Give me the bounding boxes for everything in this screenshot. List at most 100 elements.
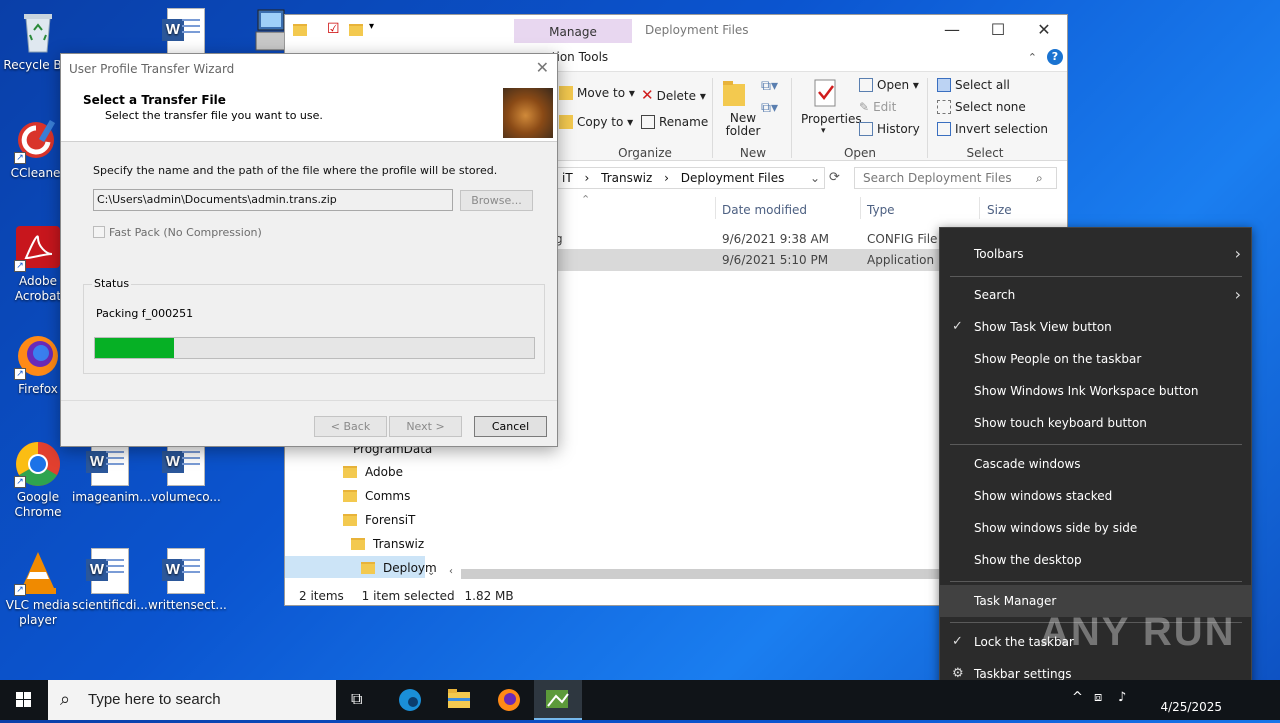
- menu-item-side-by-side[interactable]: Show windows side by side: [940, 512, 1251, 544]
- invert-selection-button[interactable]: Invert selection: [937, 122, 1048, 136]
- start-button[interactable]: [0, 680, 48, 720]
- desktop-icon-imageanim[interactable]: W imageanim...: [72, 440, 151, 505]
- menu-separator: [950, 444, 1242, 445]
- new-item-icon[interactable]: ⧉▾: [761, 78, 778, 94]
- menu-item-show-desktop[interactable]: Show the desktop: [940, 544, 1251, 576]
- new-folder-quick-icon[interactable]: [349, 23, 371, 37]
- tree-item-adobe[interactable]: Adobe: [343, 465, 403, 479]
- copy-to-button[interactable]: Copy to ▾: [559, 115, 633, 129]
- file-explorer-icon: [448, 689, 470, 708]
- taskbar-date[interactable]: 4/25/2025: [1160, 700, 1222, 714]
- rename-button[interactable]: Rename: [641, 115, 708, 129]
- taskbar-app-explorer[interactable]: [435, 680, 483, 720]
- menu-item-label: Show the desktop: [974, 553, 1082, 567]
- breadcrumb-separator-icon: ›: [584, 171, 590, 185]
- breadcrumb-segment[interactable]: Deployment Files: [681, 171, 785, 185]
- volume-icon[interactable]: ♪: [1118, 690, 1126, 705]
- tree-item-forensit[interactable]: ForensiT: [343, 513, 415, 527]
- menu-item-show-task-view[interactable]: ✓ Show Task View button: [940, 311, 1251, 343]
- tree-item-comms[interactable]: Comms: [343, 489, 410, 503]
- move-to-button[interactable]: Move to ▾: [559, 86, 635, 100]
- history-button[interactable]: History: [859, 122, 920, 136]
- next-button[interactable]: Next >: [389, 416, 462, 437]
- properties-dropdown-icon[interactable]: ▾: [821, 126, 826, 136]
- chevron-right-icon: ›: [1234, 285, 1241, 304]
- breadcrumb-segment[interactable]: Transwiz: [601, 171, 652, 185]
- column-date-modified[interactable]: Date modified: [722, 203, 807, 217]
- menu-item-toolbars[interactable]: Toolbars ›: [940, 238, 1251, 270]
- new-folder-large-icon[interactable]: [721, 78, 751, 108]
- copy-to-icon: [559, 115, 573, 129]
- show-hidden-icons-icon[interactable]: ^: [1072, 690, 1083, 705]
- taskbar-search-box[interactable]: Type here to search: [48, 680, 336, 720]
- checkbox-box: [93, 226, 105, 238]
- scroll-left-icon[interactable]: ‹: [449, 566, 453, 577]
- fast-pack-label: Fast Pack (No Compression): [109, 226, 262, 239]
- taskbar-app-transwiz[interactable]: [534, 680, 582, 720]
- menu-item-show-touch-keyboard[interactable]: Show touch keyboard button: [940, 407, 1251, 439]
- new-folder-button[interactable]: New folder: [723, 112, 763, 138]
- tab-manage[interactable]: Manage: [514, 19, 632, 43]
- desktop-icon-scientificdi[interactable]: W scientificdi...: [72, 548, 148, 613]
- desktop-icon-vlc[interactable]: ↗ VLC media player: [0, 548, 76, 628]
- column-type[interactable]: Type: [867, 203, 895, 217]
- desktop-icon-word-top[interactable]: W: [148, 8, 224, 58]
- copy-to-label: Copy to: [577, 115, 624, 129]
- fast-pack-checkbox[interactable]: Fast Pack (No Compression): [93, 226, 262, 239]
- easy-access-icon[interactable]: ⧉▾: [761, 100, 778, 116]
- close-icon[interactable]: ✕: [536, 58, 549, 77]
- rename-icon: [641, 115, 655, 129]
- anyrun-watermark: ANY RUN: [1040, 610, 1236, 654]
- menu-item-show-people[interactable]: Show People on the taskbar: [940, 343, 1251, 375]
- select-none-button[interactable]: Select none: [937, 100, 1026, 114]
- menu-item-cascade[interactable]: Cascade windows: [940, 448, 1251, 480]
- menu-separator: [950, 581, 1242, 582]
- desktop-icon-chrome[interactable]: ↗ Google Chrome: [0, 440, 76, 520]
- task-view-button[interactable]: ⧉: [336, 680, 384, 720]
- taskbar-app-firefox[interactable]: [485, 680, 533, 720]
- edit-button[interactable]: ✎ Edit: [859, 100, 896, 114]
- installer-icon: [242, 6, 290, 54]
- close-icon[interactable]: ✕: [1021, 19, 1067, 43]
- properties-large-icon[interactable]: [813, 78, 839, 113]
- back-button[interactable]: < Back: [314, 416, 387, 437]
- wizard-body: Specify the name and the path of the fil…: [61, 142, 557, 404]
- refresh-icon[interactable]: ⟳: [829, 170, 840, 185]
- delete-button[interactable]: ✕ Delete ▾: [641, 86, 706, 104]
- desktop-icon-volumeco[interactable]: W volumeco...: [148, 440, 224, 505]
- horizontal-scrollbar[interactable]: [461, 569, 939, 579]
- menu-item-search[interactable]: Search ›: [940, 279, 1251, 311]
- select-all-button[interactable]: Select all: [937, 78, 1010, 92]
- menu-item-stacked[interactable]: Show windows stacked: [940, 480, 1251, 512]
- move-to-icon: [559, 86, 573, 100]
- open-button[interactable]: Open ▾: [859, 78, 919, 92]
- cancel-button[interactable]: Cancel: [474, 416, 547, 437]
- menu-item-show-ink[interactable]: Show Windows Ink Workspace button: [940, 375, 1251, 407]
- minimize-icon[interactable]: —: [929, 19, 975, 43]
- column-size[interactable]: Size: [987, 203, 1012, 217]
- ribbon-collapse-icon[interactable]: ⌃: [1028, 51, 1037, 64]
- breadcrumb-segment[interactable]: iT: [562, 171, 573, 185]
- desktop-icon-label: Adobe Acrobat: [14, 274, 62, 303]
- properties-quick-icon[interactable]: ☑: [327, 21, 340, 37]
- network-icon[interactable]: ⧈: [1094, 690, 1102, 705]
- quick-access-dropdown-icon[interactable]: ▾: [369, 21, 374, 32]
- taskbar-app-edge[interactable]: [386, 680, 434, 720]
- transfer-file-path-field[interactable]: C:\Users\admin\Documents\admin.trans.zip: [93, 189, 453, 211]
- tree-item-deployment-files[interactable]: Deploym: [361, 561, 437, 575]
- select-none-label: Select none: [955, 100, 1026, 114]
- history-icon: [859, 122, 873, 136]
- address-dropdown-icon[interactable]: ⌄: [810, 168, 820, 188]
- menu-item-label: Show Windows Ink Workspace button: [974, 384, 1199, 398]
- tree-scroll-down-icon[interactable]: ⌄: [427, 567, 435, 578]
- desktop-icon-label: imageanim...: [72, 490, 151, 504]
- properties-button[interactable]: Properties: [801, 112, 862, 126]
- maximize-icon[interactable]: ☐: [975, 19, 1021, 43]
- menu-item-label: Search: [974, 288, 1016, 302]
- tree-item-transwiz[interactable]: Transwiz: [351, 537, 424, 551]
- browse-button[interactable]: Browse...: [460, 190, 533, 211]
- help-icon[interactable]: ?: [1047, 49, 1063, 65]
- search-input[interactable]: Search Deployment Files: [854, 167, 1057, 189]
- transwiz-icon: [546, 690, 569, 708]
- desktop-icon-writtensect[interactable]: W writtensect...: [148, 548, 227, 613]
